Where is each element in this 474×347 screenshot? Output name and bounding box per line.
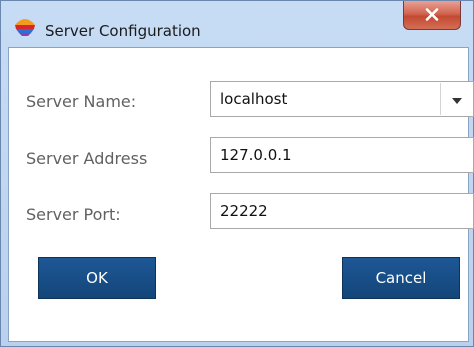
server-address-input[interactable]: 127.0.0.1 (210, 137, 474, 173)
server-address-label: Server Address (26, 149, 148, 168)
server-name-label: Server Name: (26, 92, 137, 111)
server-port-value: 22222 (220, 202, 268, 220)
server-name-value: localhost (220, 90, 288, 108)
dropdown-toggle[interactable] (441, 82, 473, 116)
server-name-dropdown[interactable]: localhost (210, 81, 474, 117)
server-port-input[interactable]: 22222 (210, 193, 474, 229)
server-port-label: Server Port: (26, 205, 121, 224)
dialog-window: Server Configuration Server Name: localh… (0, 0, 474, 347)
title-bar[interactable]: Server Configuration (1, 1, 473, 40)
app-logo-icon (13, 15, 37, 37)
server-address-value: 127.0.0.1 (220, 146, 292, 164)
window-title: Server Configuration (45, 22, 201, 40)
chevron-down-icon (452, 90, 462, 108)
close-icon (425, 6, 439, 25)
cancel-button[interactable]: Cancel (342, 257, 460, 299)
close-button[interactable] (403, 1, 461, 30)
ok-button[interactable]: OK (38, 257, 156, 299)
